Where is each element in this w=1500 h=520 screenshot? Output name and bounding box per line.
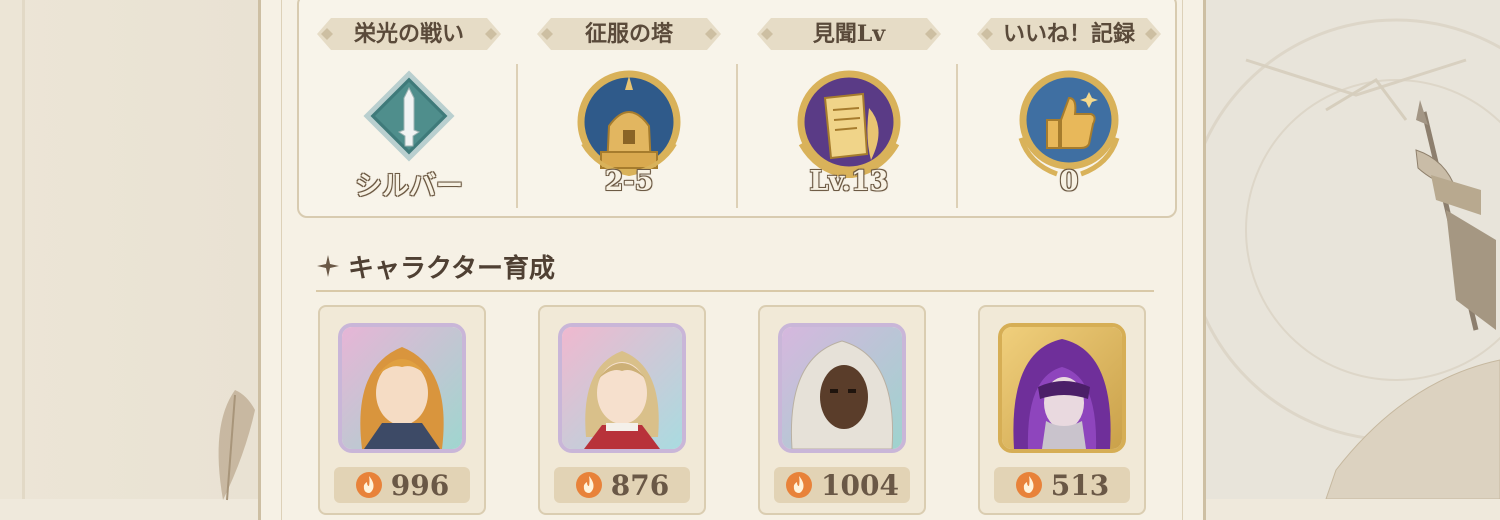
power-badge: 996: [334, 467, 470, 503]
stat-glory-battle[interactable]: 栄光の戦い シルバー: [299, 0, 519, 220]
thumbs-up-icon: [1007, 68, 1131, 182]
character-card[interactable]: 1004: [758, 305, 926, 515]
flame-icon: [786, 472, 813, 498]
character-card[interactable]: 876: [538, 305, 706, 515]
stat-label: 栄光の戦い: [353, 21, 464, 47]
sparkle-icon: [317, 255, 339, 277]
stat-label: 征服の塔: [584, 21, 673, 47]
scroll-icon: [787, 68, 911, 182]
feather-decoration: [205, 385, 265, 509]
stat-experience-level[interactable]: 見聞Lv Lv.13: [739, 0, 959, 220]
power-badge: 1004: [774, 467, 910, 503]
flame-icon: [355, 472, 382, 498]
section-title: キャラクター育成: [348, 253, 555, 284]
power-value: 513: [1050, 468, 1110, 502]
power-badge: 876: [554, 467, 690, 503]
stat-likes-record[interactable]: いいね！記録 0: [959, 0, 1179, 220]
blonde-knight-portrait: [338, 323, 466, 453]
section-title-character-training: キャラクター育成: [316, 248, 555, 284]
power-value: 876: [610, 468, 670, 502]
stat-value: Lv.13: [809, 166, 889, 197]
character-card[interactable]: 513: [978, 305, 1146, 515]
stat-value: シルバー: [355, 171, 463, 202]
stats-box: 栄光の戦い シルバー 征服の塔 2-5 見聞Lv Lv.13 いいね！記録 0: [297, 0, 1177, 218]
character-card[interactable]: 996: [318, 305, 486, 515]
power-badge: 513: [994, 467, 1130, 503]
power-value: 1004: [821, 468, 899, 502]
silver-rank-icon: [347, 68, 471, 172]
flame-icon: [575, 472, 602, 498]
stat-conquest-tower[interactable]: 征服の塔 2-5: [519, 0, 739, 220]
purple-hood-portrait: [998, 323, 1126, 453]
section-divider: [316, 290, 1154, 292]
stat-value: 2-5: [604, 166, 654, 197]
stat-label: いいね！記録: [1002, 21, 1135, 47]
hooded-masked-portrait: [778, 323, 906, 453]
flame-icon: [1015, 472, 1042, 498]
power-value: 996: [390, 468, 450, 502]
stat-value: 0: [1059, 166, 1079, 197]
tower-icon: [567, 68, 691, 182]
right-background-art: [1206, 0, 1500, 499]
noble-lady-portrait: [558, 323, 686, 453]
stat-label: 見聞Lv: [812, 21, 886, 47]
